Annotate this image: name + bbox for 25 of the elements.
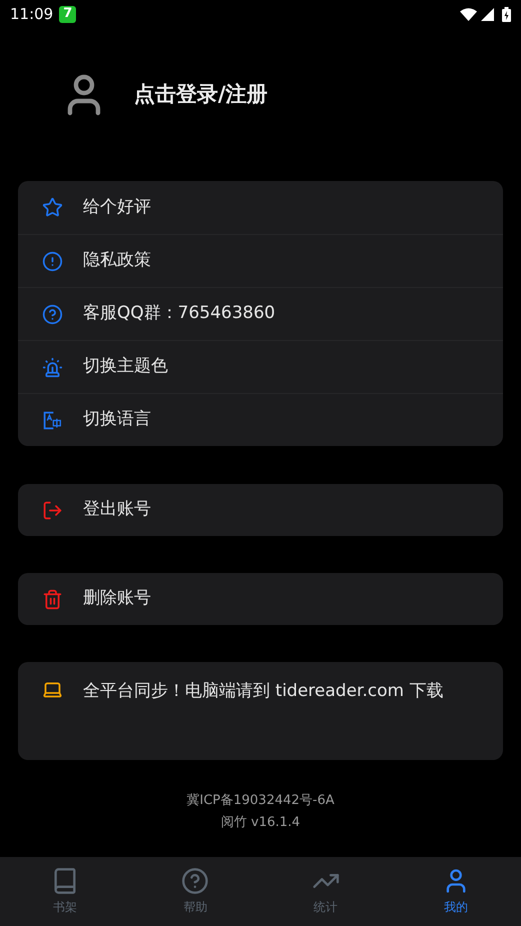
- menu-item[interactable]: 隐私政策: [18, 234, 503, 287]
- account-action-button[interactable]: 删除账号: [18, 573, 503, 625]
- icp-license: 冀ICP备19032442号-6A: [186, 792, 334, 810]
- help-icon: [181, 867, 210, 895]
- help-icon: [42, 304, 63, 324]
- notification-badge: 7: [59, 6, 76, 22]
- nav-tab[interactable]: 我的: [390, 857, 521, 926]
- status-time: 11:09: [10, 4, 54, 25]
- menu-item[interactable]: 给个好评: [18, 181, 503, 234]
- language-icon: [42, 410, 63, 430]
- menu-item[interactable]: 切换语言: [18, 393, 503, 446]
- menu-item[interactable]: 客服QQ群：765463860: [18, 287, 503, 340]
- wifi-icon: [460, 8, 477, 20]
- login-button[interactable]: 点击登录/注册: [60, 65, 268, 125]
- signal-icon: [481, 8, 494, 20]
- logout-icon: [42, 500, 63, 520]
- exclamation-circle-icon: [42, 250, 63, 272]
- star-icon: [42, 197, 63, 218]
- trash-icon: [42, 588, 63, 610]
- app-version: 阅竹 v16.1.4: [220, 814, 300, 832]
- siren-icon: [42, 356, 63, 378]
- battery-icon: [502, 6, 511, 22]
- account-action-button[interactable]: 登出账号: [18, 484, 503, 536]
- menu-item[interactable]: 切换主题色: [18, 340, 503, 393]
- sync-message: 全平台同步！电脑端请到 tidereader.com 下载: [83, 680, 444, 703]
